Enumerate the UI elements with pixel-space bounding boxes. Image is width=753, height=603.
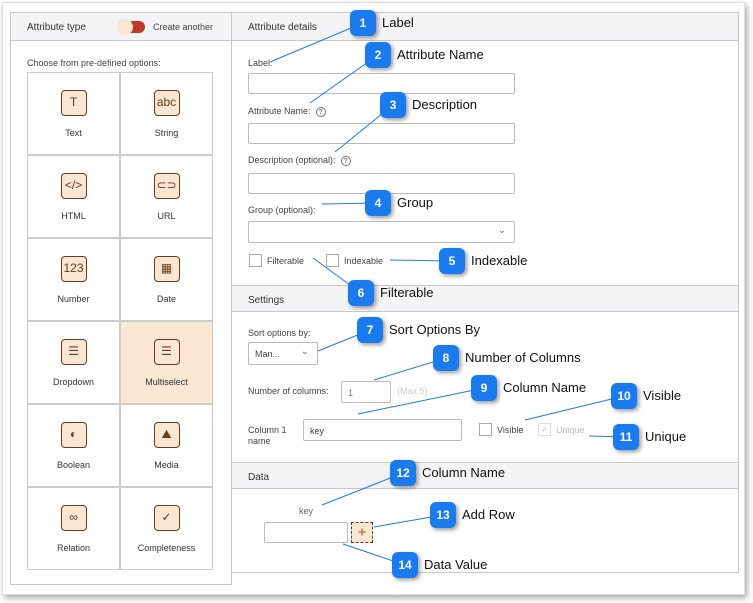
- callout-text: Number of Columns: [465, 350, 581, 365]
- callout-text: Unique: [645, 429, 687, 444]
- callout-text: Column Name: [422, 465, 506, 480]
- callout-badge: 6: [348, 280, 374, 306]
- callout-text: Attribute Name: [397, 47, 484, 62]
- callout-lines: [269, 22, 627, 566]
- callout-text: Column Name: [503, 380, 587, 395]
- callout-line: [524, 395, 625, 421]
- callout-text: Group: [397, 195, 434, 210]
- callout-badge: 4: [365, 190, 391, 216]
- callout-badge: 3: [380, 92, 406, 118]
- callout-badge: 11: [613, 424, 639, 450]
- callout-text: Filterable: [380, 285, 434, 300]
- callout-badge: 13: [430, 502, 456, 528]
- callout-badge: 10: [611, 383, 637, 409]
- callout-badge: 5: [439, 248, 465, 274]
- callout-badge: 2: [365, 42, 391, 68]
- callout-text: Data Value: [424, 557, 488, 572]
- callout-text: Description: [412, 97, 478, 112]
- callout-text: Visible: [643, 388, 682, 403]
- callout-badge: 9: [471, 375, 497, 401]
- callout-text: Sort Options By: [389, 322, 481, 337]
- callout-badge: 8: [433, 345, 459, 371]
- callout-badge: 12: [390, 460, 416, 486]
- callout-badge: 7: [357, 317, 383, 343]
- callout-badge: 14: [392, 552, 418, 578]
- callout-line: [357, 387, 485, 415]
- callout-text: Label: [382, 15, 414, 30]
- callout-badge: 1: [350, 10, 376, 36]
- callout-text: Add Row: [462, 507, 515, 522]
- callout-text: Indexable: [471, 253, 528, 268]
